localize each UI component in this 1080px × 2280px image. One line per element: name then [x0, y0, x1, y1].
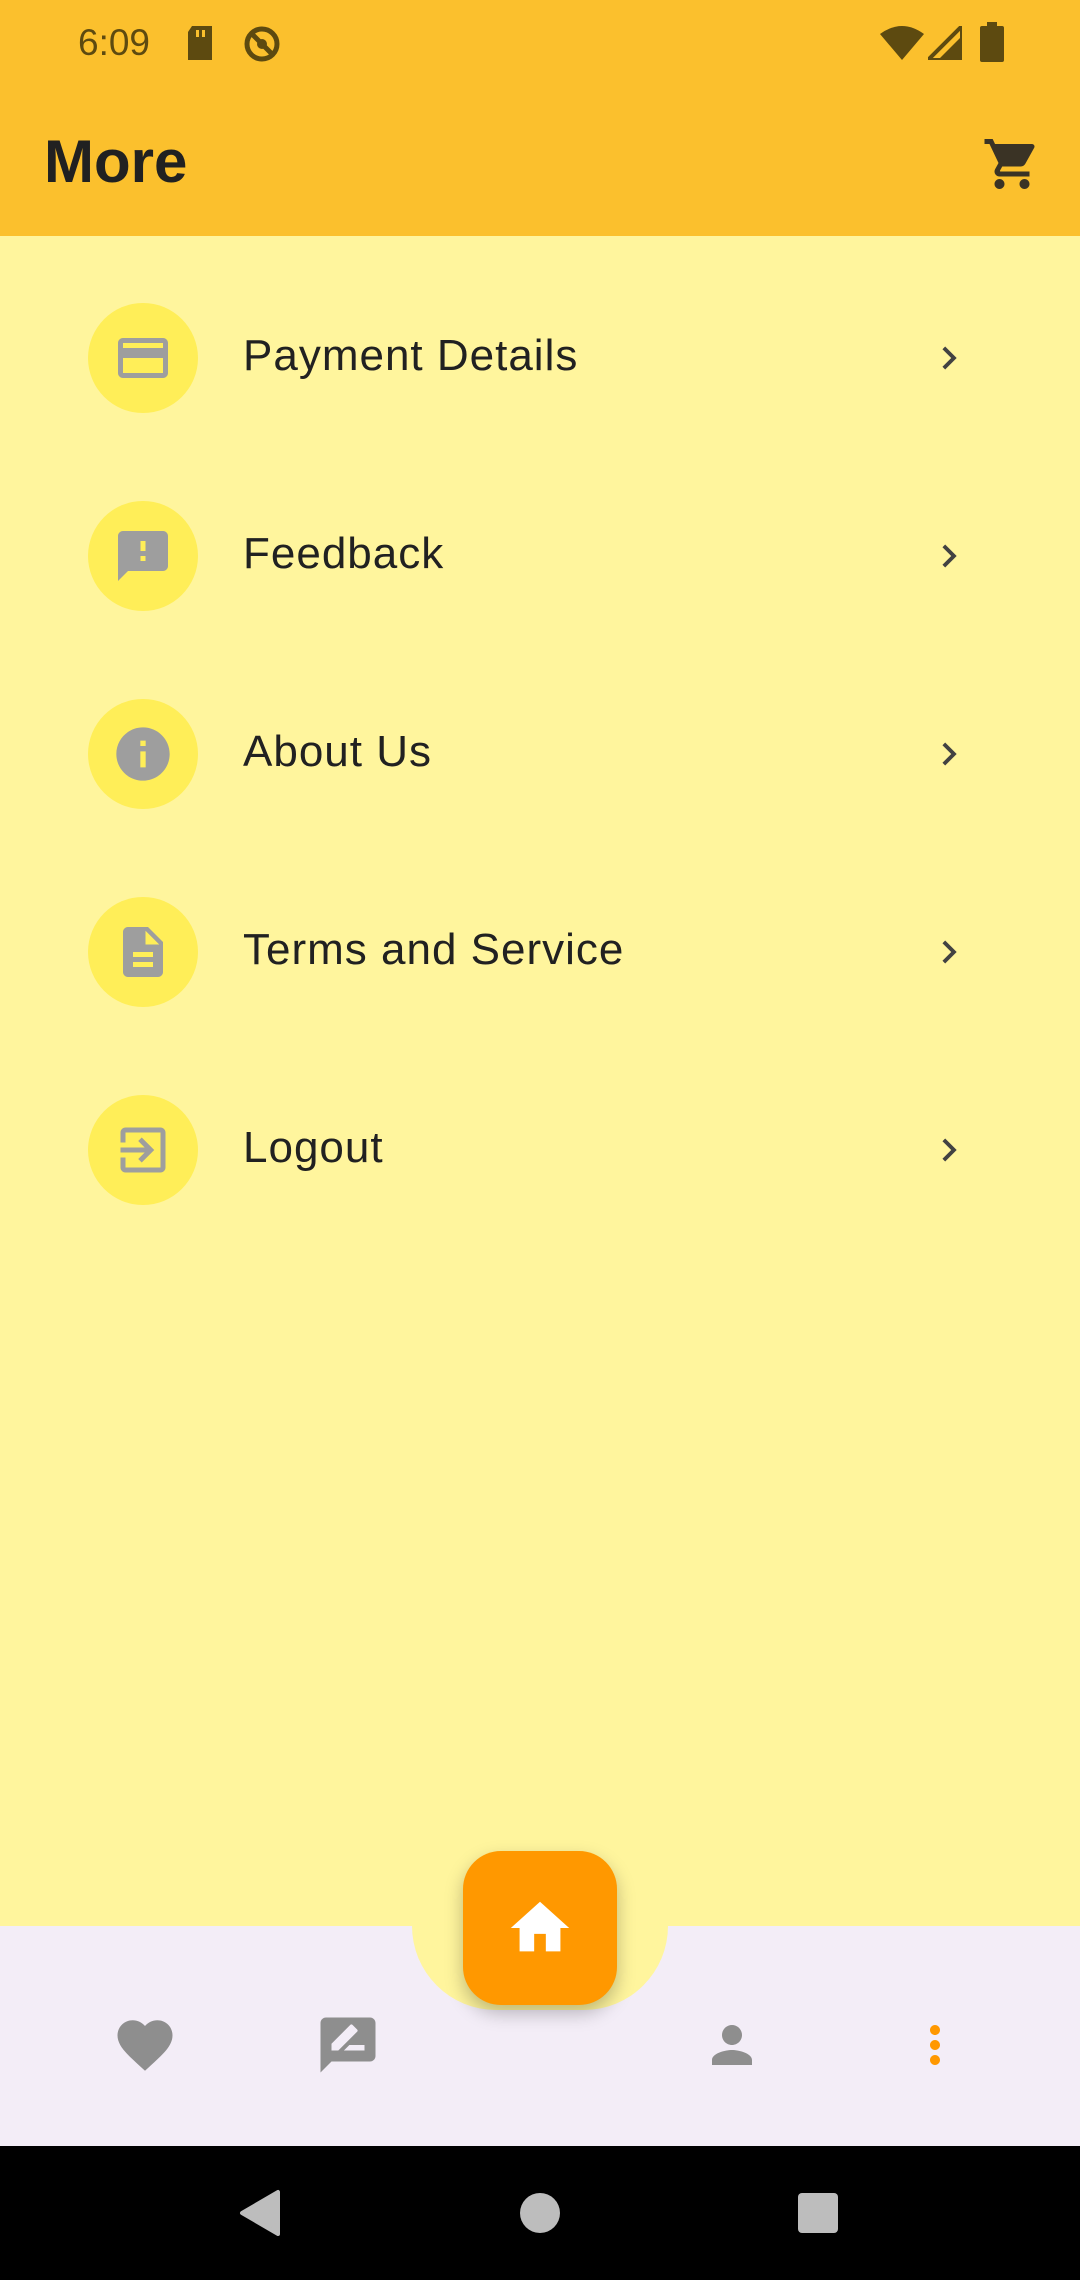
cart-icon [984, 139, 1035, 189]
icon-circle [88, 303, 198, 413]
menu-item-logout[interactable]: Logout [0, 1028, 1080, 1226]
heart-icon [117, 2020, 173, 2071]
nav-more-button[interactable] [890, 2000, 980, 2090]
system-back-button[interactable] [228, 2180, 294, 2246]
icon-circle [88, 897, 198, 1007]
menu-item-feedback[interactable]: Feedback [0, 434, 1080, 632]
wifi-icon [880, 26, 924, 65]
status-time: 6:09 [78, 22, 151, 63]
icon-circle [88, 501, 198, 611]
home-fab-button[interactable] [463, 1851, 617, 2005]
chevron-right-icon [926, 922, 972, 982]
home-icon [510, 1901, 570, 1952]
system-navigation-bar [0, 2146, 1080, 2280]
credit-card-icon [118, 338, 168, 378]
chevron-right-icon [926, 1120, 972, 1180]
logout-icon [120, 1127, 166, 1173]
cart-button[interactable] [976, 128, 1048, 200]
person-icon [712, 2025, 752, 2065]
icon-circle [88, 1095, 198, 1205]
status-bar: 6:09 [0, 0, 1080, 86]
battery-icon [980, 22, 1004, 67]
menu-item-label: Terms and Service [243, 925, 625, 974]
menu-item-terms-and-service[interactable]: Terms and Service [0, 830, 1080, 1028]
icon-circle [88, 699, 198, 809]
nav-favorites-button[interactable] [100, 2000, 190, 2090]
home-circle-icon [520, 2193, 560, 2233]
sd-card-icon [184, 24, 216, 67]
cellular-signal-icon [923, 21, 964, 65]
chevron-right-icon [926, 328, 972, 388]
system-recents-button[interactable] [785, 2180, 851, 2246]
chevron-right-icon [926, 526, 972, 586]
info-icon [116, 727, 170, 781]
menu-item-label: Logout [243, 1123, 384, 1172]
app-bar: More [0, 86, 1080, 236]
menu-item-label: Payment Details [243, 331, 579, 380]
rate-review-icon [320, 2017, 376, 2073]
recents-square-icon [798, 2193, 838, 2233]
menu-item-label: About Us [243, 727, 432, 776]
no-sync-icon [242, 24, 282, 69]
nav-reviews-button[interactable] [303, 2000, 393, 2090]
nav-profile-button[interactable] [687, 2000, 777, 2090]
document-icon [123, 927, 163, 977]
menu-item-payment-details[interactable]: Payment Details [0, 236, 1080, 434]
system-home-button[interactable] [507, 2180, 573, 2246]
menu-item-label: Feedback [243, 529, 445, 578]
menu-item-about-us[interactable]: About Us [0, 632, 1080, 830]
more-vertical-icon [930, 2025, 940, 2065]
back-triangle-icon [240, 2190, 280, 2236]
feedback-icon [118, 531, 168, 581]
page-title: More [44, 128, 188, 195]
chevron-right-icon [926, 724, 972, 784]
